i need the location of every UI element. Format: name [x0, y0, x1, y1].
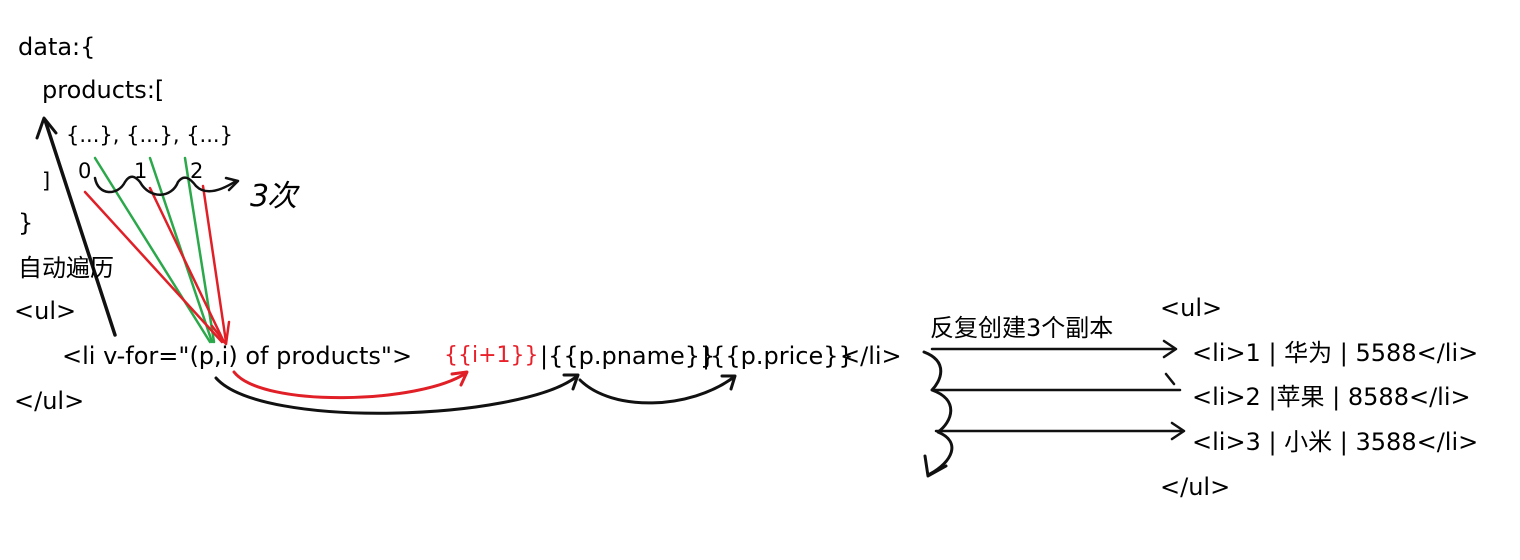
- template-li-open: <li v-for="(p,i) of products">: [62, 342, 413, 370]
- array-close: ]: [42, 169, 51, 193]
- template-index-expr: {{i+1}}: [444, 343, 539, 368]
- index-0: 0: [78, 159, 92, 183]
- black-curve-to-price-expr: [578, 375, 736, 405]
- index-1: 1: [134, 159, 148, 183]
- output-ul-close: </ul>: [1160, 473, 1231, 501]
- copy-arrowhead-2: [1164, 372, 1176, 386]
- template-price-expr: |{{p.price}}: [702, 342, 854, 370]
- template-ul-open: <ul>: [14, 297, 77, 325]
- data-close: }: [18, 209, 34, 237]
- data-open: data:{: [18, 33, 96, 61]
- auto-iterate-label: 自动遍历: [18, 254, 114, 282]
- template-li-close: </li>: [840, 342, 902, 370]
- output-ul-open: <ul>: [1160, 294, 1223, 322]
- output-item-3: <li>3 | 小米 | 3588</li>: [1192, 428, 1479, 456]
- index-2: 2: [190, 159, 204, 183]
- output-item-2: <li>2 |苹果 | 8588</li>: [1192, 383, 1471, 411]
- template-ul-close: </ul>: [14, 387, 85, 415]
- red-line-index-2: [201, 184, 228, 344]
- template-name-expr: |{{p.pname}}: [540, 342, 716, 370]
- copies-wavy-brace: [922, 350, 954, 476]
- products-open: products:[: [42, 76, 165, 104]
- output-item-1: <li>1 | 华为 | 5588</li>: [1192, 339, 1479, 367]
- red-curve-to-index-expr: [232, 370, 468, 400]
- annotation-arrows: [35, 116, 1186, 478]
- count-note: 3次: [250, 179, 297, 214]
- products-items: {...}, {...}, {...}: [66, 123, 233, 147]
- copies-label: 反复创建3个副本: [930, 314, 1114, 342]
